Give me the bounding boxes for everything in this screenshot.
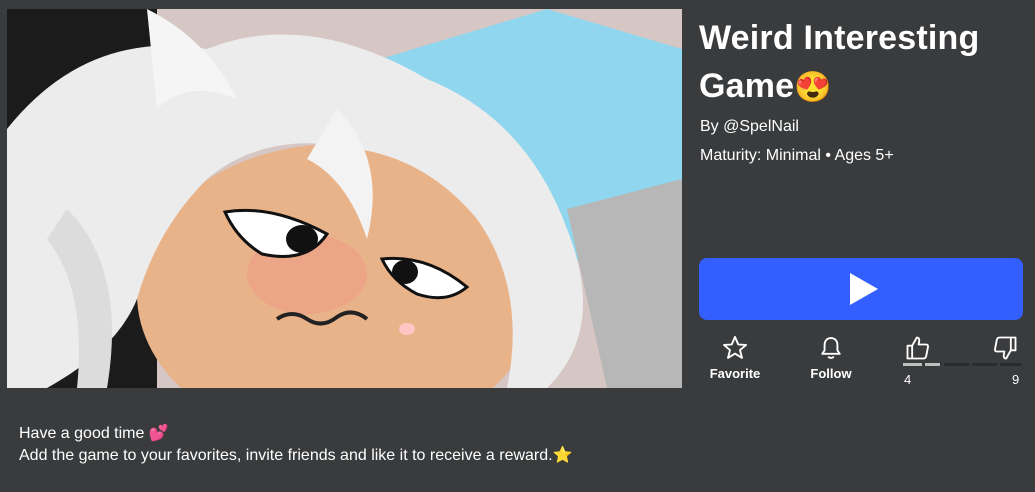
favorite-label: Favorite xyxy=(709,366,761,381)
follow-label: Follow xyxy=(810,366,852,381)
star-icon xyxy=(722,335,748,359)
game-title-text: Weird Interesting Game xyxy=(699,19,980,105)
heart-eyes-emoji: 😍 xyxy=(794,71,832,104)
game-title: Weird Interesting Game😍 xyxy=(699,14,1029,112)
vote-bar-divider xyxy=(922,363,925,366)
favorite-button[interactable]: Favorite xyxy=(695,334,775,382)
game-description: Have a good time 💕 Add the game to your … xyxy=(19,423,1019,467)
vote-bar-divider xyxy=(941,363,944,366)
vote-bar-divider xyxy=(997,363,1000,366)
maturity-rating: Maturity: Minimal • Ages 5+ xyxy=(700,147,894,164)
description-line: Have a good time 💕 xyxy=(19,425,169,442)
play-icon xyxy=(850,273,878,305)
game-thumbnail[interactable] xyxy=(7,9,682,388)
bell-icon xyxy=(821,337,841,359)
follow-button[interactable]: Follow xyxy=(791,334,871,382)
vote-ratio-bar xyxy=(903,363,1022,366)
downvote-count: 9 xyxy=(1012,372,1020,387)
thumbs-down-icon xyxy=(994,336,1017,360)
thumbs-up-icon xyxy=(906,336,929,360)
game-details-page: Weird Interesting Game😍 By @SpelNail Mat… xyxy=(0,0,1035,492)
upvote-count: 4 xyxy=(904,372,912,387)
vote-bar-divider xyxy=(969,363,972,366)
creator-link[interactable]: By @SpelNail xyxy=(700,116,799,138)
description-line: Add the game to your favorites, invite f… xyxy=(19,447,573,464)
play-button[interactable] xyxy=(699,258,1023,320)
